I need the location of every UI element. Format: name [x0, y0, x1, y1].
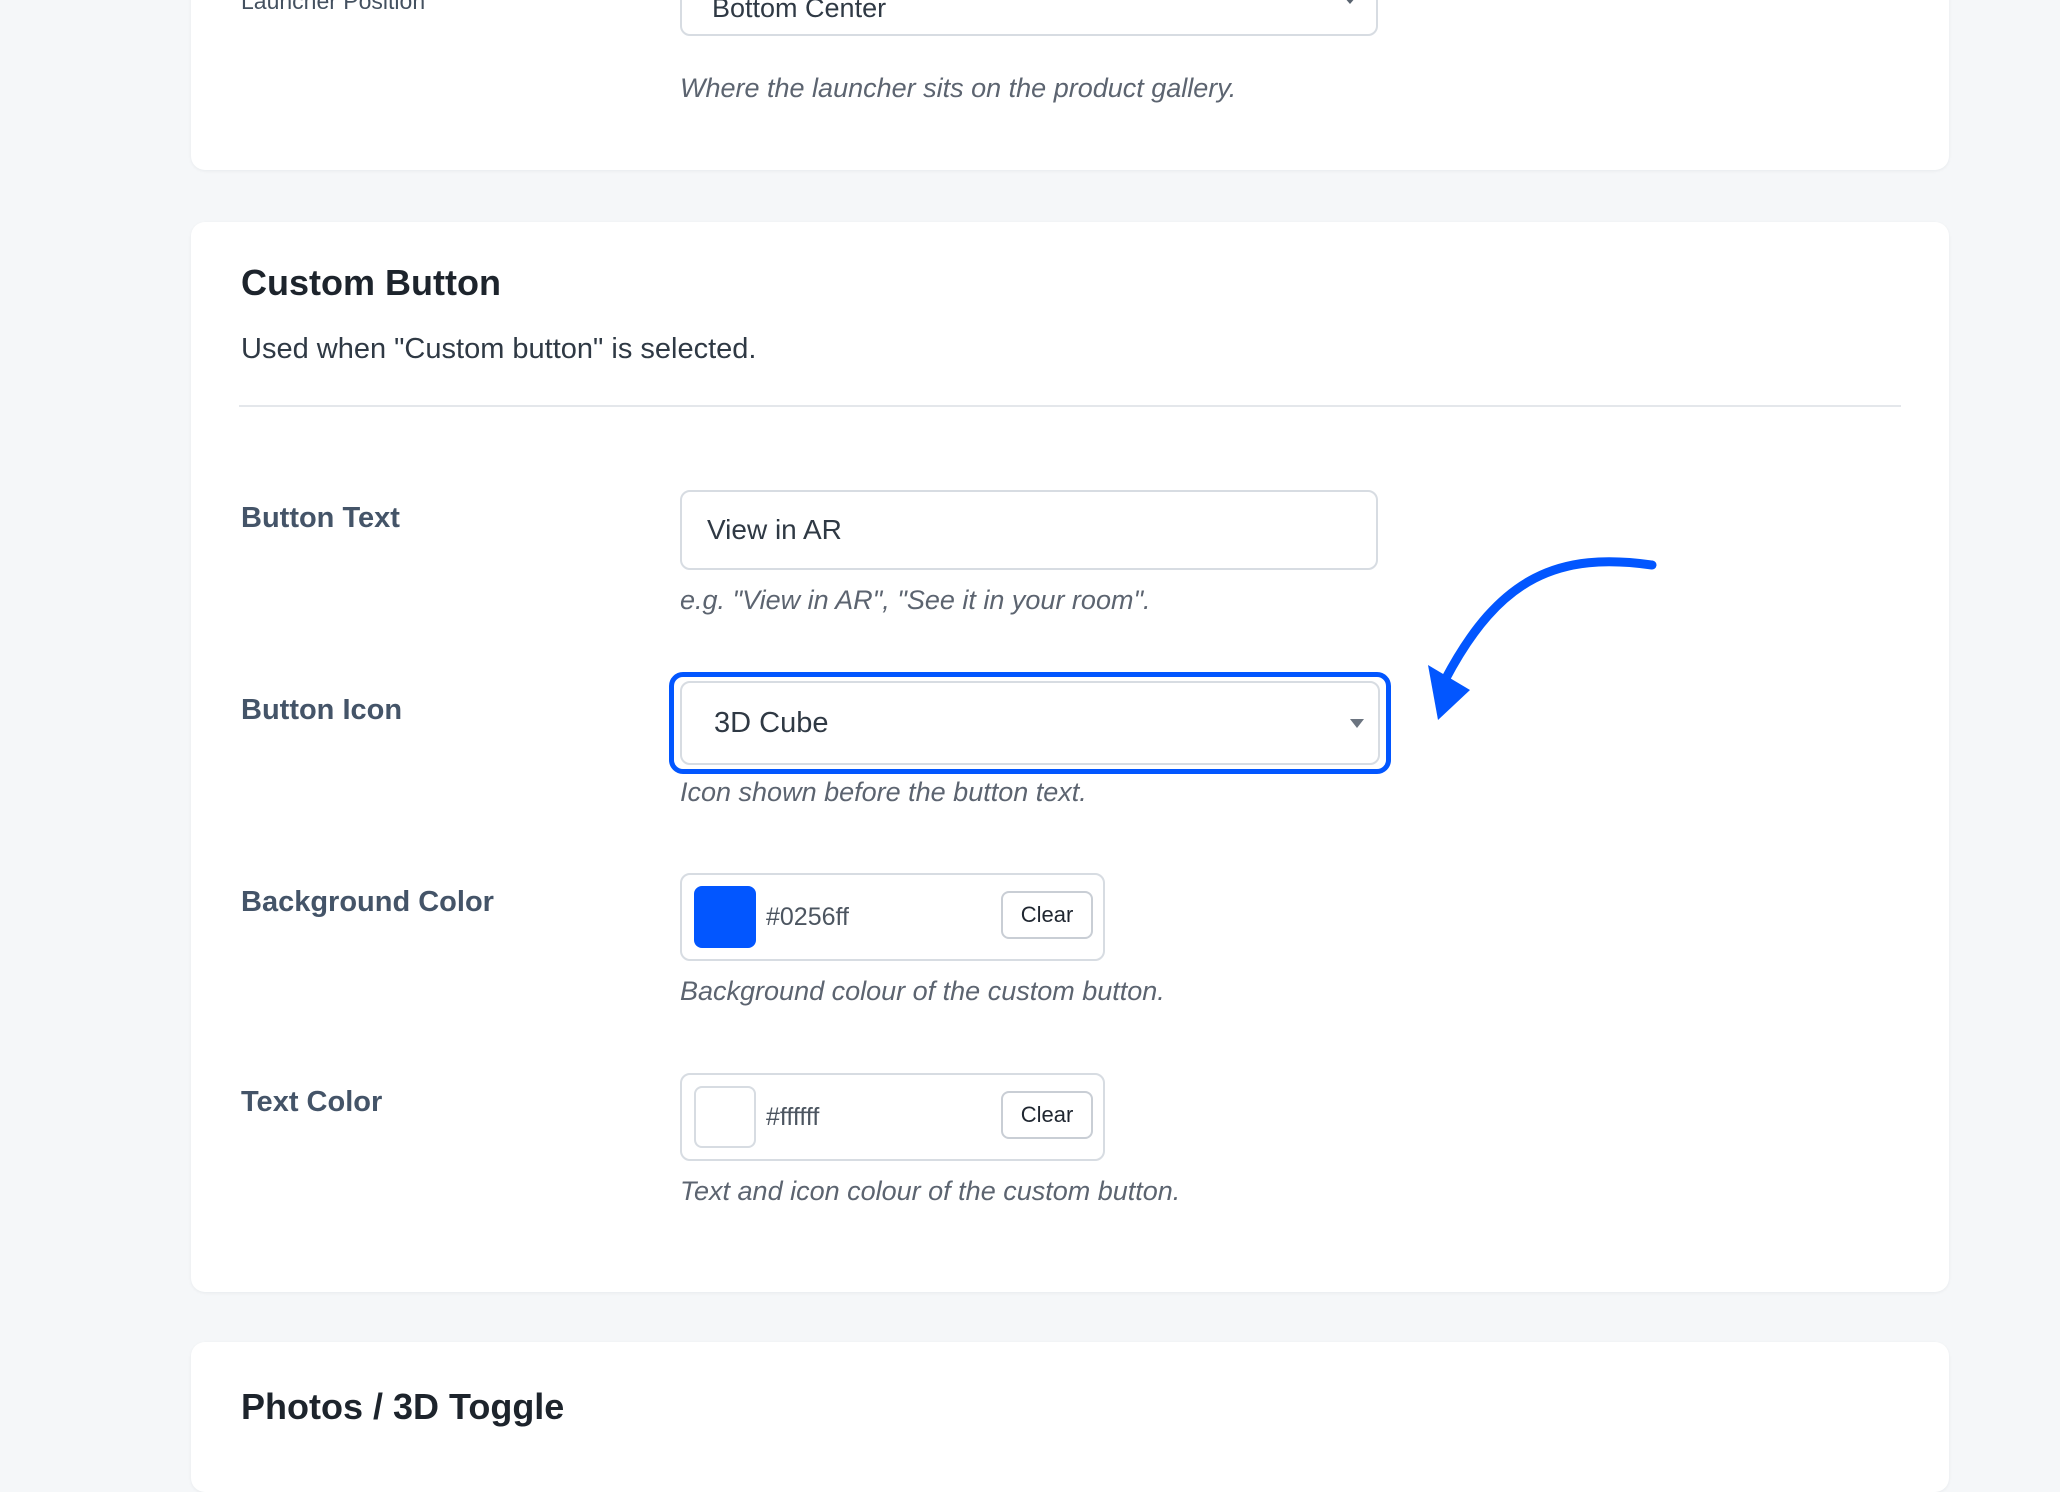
curved-arrow-icon: [1428, 557, 1657, 720]
launcher-position-label: Launcher Position: [241, 0, 426, 14]
button-icon-help: Icon shown before the button text.: [680, 777, 1087, 807]
button-icon-label: Button Icon: [241, 694, 403, 726]
section-title: Photos / 3D Toggle: [241, 1386, 565, 1427]
background-color-help: Background colour of the custom button.: [680, 976, 1165, 1006]
background-color-picker[interactable]: #0256ff Clear: [680, 873, 1105, 961]
button-icon-value: 3D Cube: [714, 707, 829, 739]
background-color-swatch[interactable]: [694, 886, 756, 948]
button-text-value: View in AR: [707, 514, 842, 545]
chevron-down-icon: [1350, 719, 1364, 728]
launcher-settings-card: Launcher Position Bottom Center Where th…: [191, 0, 1949, 170]
section-description: Used when "Custom button" is selected.: [241, 333, 757, 365]
launcher-position-value: Bottom Center: [712, 0, 887, 23]
launcher-position-select[interactable]: Bottom Center: [680, 0, 1378, 36]
text-color-swatch[interactable]: [694, 1086, 756, 1148]
button-icon-select[interactable]: 3D Cube: [680, 681, 1380, 765]
background-color-hex[interactable]: #0256ff: [766, 903, 849, 932]
custom-button-card: Custom Button Used when "Custom button" …: [191, 222, 1949, 1292]
text-color-label: Text Color: [241, 1086, 383, 1118]
text-color-help: Text and icon colour of the custom butto…: [680, 1176, 1181, 1206]
background-color-label: Background Color: [241, 886, 494, 918]
background-color-clear-button[interactable]: Clear: [1001, 891, 1093, 939]
text-color-clear-button[interactable]: Clear: [1001, 1091, 1093, 1139]
section-title: Custom Button: [241, 262, 501, 303]
text-color-hex[interactable]: #ffffff: [766, 1103, 819, 1132]
button-text-help: e.g. "View in AR", "See it in your room"…: [680, 585, 1151, 615]
photos-3d-toggle-card: Photos / 3D Toggle: [191, 1342, 1949, 1492]
button-text-input[interactable]: View in AR: [680, 490, 1378, 570]
section-divider: [239, 405, 1901, 407]
launcher-position-help: Where the launcher sits on the product g…: [680, 73, 1237, 103]
chevron-down-icon: [1344, 0, 1356, 4]
text-color-picker[interactable]: #ffffff Clear: [680, 1073, 1105, 1161]
button-text-label: Button Text: [241, 502, 400, 534]
